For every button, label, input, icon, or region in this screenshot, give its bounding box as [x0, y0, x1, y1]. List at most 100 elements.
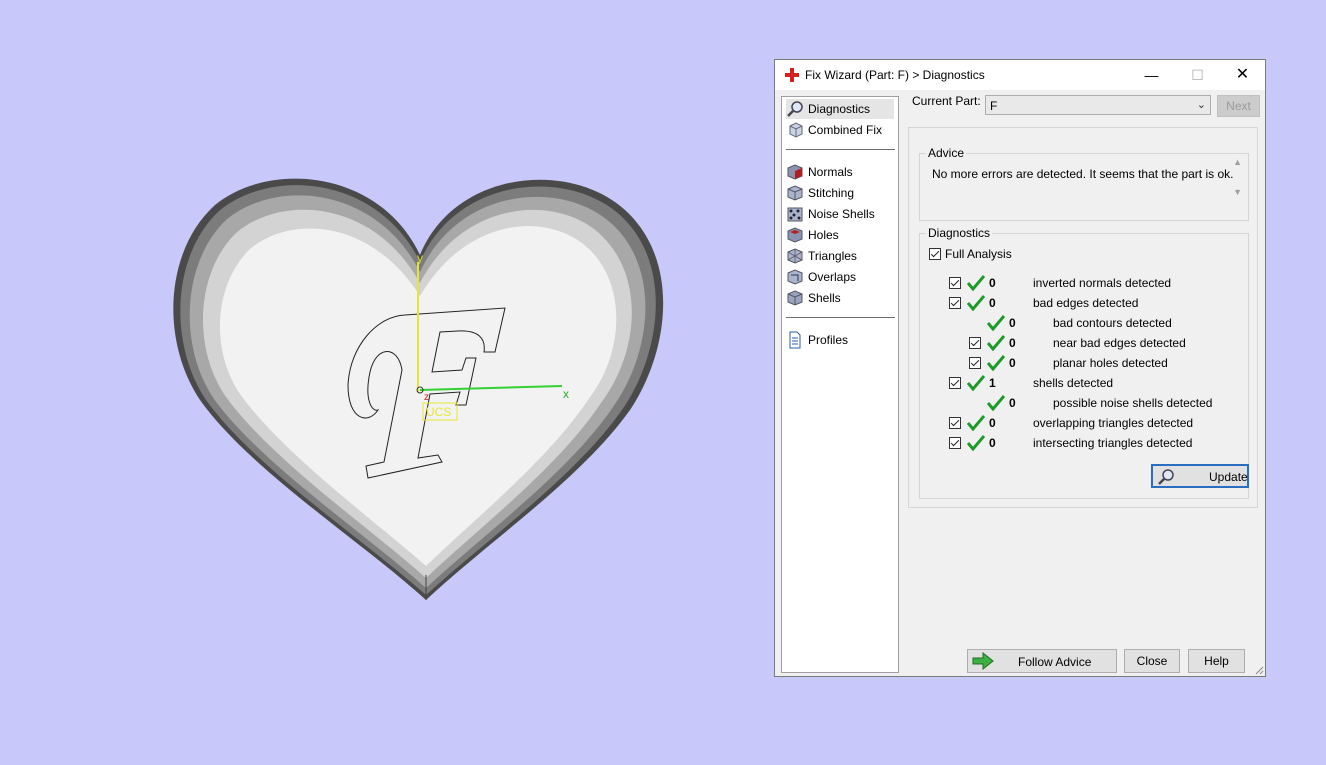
y-axis-label: y: [417, 251, 423, 265]
advice-title: Advice: [926, 146, 967, 160]
full-analysis-checkbox[interactable]: [929, 248, 941, 260]
shells-label: shells detected: [1033, 376, 1114, 390]
sidebar-item-overlaps[interactable]: Overlaps: [786, 267, 856, 287]
bad-contours-count: 0: [1009, 316, 1016, 330]
close-button[interactable]: Close: [1124, 649, 1180, 673]
minimize-button[interactable]: —: [1129, 60, 1174, 90]
bad-contours-label: bad contours detected: [1053, 316, 1172, 330]
sidebar-item-label: Holes: [808, 228, 839, 242]
follow-advice-button[interactable]: Follow Advice: [967, 649, 1117, 673]
sidebar-divider: [786, 149, 895, 150]
window-title: Fix Wizard (Part: F) > Diagnostics: [805, 68, 985, 82]
sidebar-item-normals[interactable]: Normals: [786, 162, 853, 182]
stitching-cube-icon: [787, 185, 803, 201]
near-bad-edges-label: near bad edges detected: [1053, 336, 1186, 350]
bad-edges-count: 0: [989, 296, 996, 310]
sidebar-item-noise-shells[interactable]: Noise Shells: [786, 204, 875, 224]
scroll-up-icon[interactable]: ▲: [1233, 157, 1242, 167]
red-cross-icon: [785, 68, 799, 82]
follow-advice-label: Follow Advice: [1018, 655, 1092, 669]
bad-edges-label: bad edges detected: [1033, 296, 1139, 310]
noise-shells-icon: [787, 207, 803, 222]
inverted-normals-label: inverted normals detected: [1033, 276, 1172, 290]
planar-holes-checkbox[interactable]: [969, 357, 981, 369]
maximize-button[interactable]: ☐: [1175, 60, 1220, 90]
sidebar-item-combined-fix[interactable]: Combined Fix: [786, 120, 882, 140]
chevron-down-icon: ⌄: [1196, 99, 1206, 111]
shells-count: 1: [989, 376, 996, 390]
checkmark-icon: [987, 355, 1005, 371]
ucs-label: UCS: [426, 405, 451, 419]
magnifier-icon: [787, 101, 803, 117]
update-label: Update: [1209, 470, 1248, 484]
document-icon: [789, 331, 801, 349]
sidebar-item-label: Normals: [808, 165, 853, 179]
sidebar-item-label: Triangles: [808, 249, 857, 263]
shells-checkbox[interactable]: [949, 377, 961, 389]
noise-shells-count: 0: [1009, 396, 1016, 410]
advice-text: No more errors are detected. It seems th…: [932, 167, 1234, 181]
diagnostics-title: Diagnostics: [926, 226, 993, 240]
checkmark-icon: [987, 395, 1005, 411]
cube-icon: [789, 122, 803, 138]
scroll-down-icon[interactable]: ▼: [1233, 187, 1242, 197]
sidebar-item-label: Stitching: [808, 186, 855, 200]
checkmark-icon: [987, 335, 1005, 351]
checkmark-icon: [967, 295, 985, 311]
sidebar-item-triangles[interactable]: Triangles: [786, 246, 857, 266]
title-bar[interactable]: Fix Wizard (Part: F) > Diagnostics — ☐ ✕: [775, 60, 1265, 90]
inverted-normals-count: 0: [989, 276, 996, 290]
normals-cube-icon: [787, 164, 803, 180]
sidebar-item-label: Profiles: [808, 333, 849, 347]
bad-edges-checkbox[interactable]: [949, 297, 961, 309]
z-axis-label: z: [424, 392, 429, 403]
overlapping-triangles-checkbox[interactable]: [949, 417, 961, 429]
sidebar-item-profiles[interactable]: Profiles: [786, 330, 848, 350]
sidebar-item-stitching[interactable]: Stitching: [786, 183, 854, 203]
resize-grip-icon[interactable]: [1254, 665, 1264, 675]
noise-shells-label: possible noise shells detected: [1053, 396, 1213, 410]
close-window-button[interactable]: ✕: [1220, 60, 1265, 90]
checkmark-icon: [967, 435, 985, 451]
green-arrow-icon: [972, 652, 994, 670]
sidebar-item-diagnostics[interactable]: Diagnostics: [786, 99, 894, 119]
next-button[interactable]: Next: [1217, 95, 1260, 117]
overlapping-triangles-label: overlapping triangles detected: [1033, 416, 1194, 430]
update-button[interactable]: Update: [1151, 464, 1249, 488]
full-analysis-label: Full Analysis: [945, 247, 1012, 261]
fix-wizard-dialog: Fix Wizard (Part: F) > Diagnostics — ☐ ✕…: [774, 59, 1266, 677]
triangles-cube-icon: [787, 248, 803, 264]
current-part-value: F: [990, 99, 998, 113]
planar-holes-count: 0: [1009, 356, 1016, 370]
checkmark-icon: [967, 415, 985, 431]
diagnostics-group: Diagnostics Full Analysis 0 inverted nor…: [919, 226, 1249, 499]
overlaps-cube-icon: [787, 269, 803, 285]
advice-group: Advice No more errors are detected. It s…: [919, 146, 1249, 221]
sidebar-item-shells[interactable]: Shells: [786, 288, 841, 308]
x-axis-label: x: [563, 387, 569, 401]
magnifier-icon: [1158, 469, 1174, 485]
overlapping-triangles-count: 0: [989, 416, 996, 430]
sidebar-item-label: Noise Shells: [808, 207, 875, 221]
intersecting-triangles-label: intersecting triangles detected: [1033, 436, 1193, 450]
wizard-sidebar: Diagnostics Combined Fix Normals Stitchi…: [781, 96, 899, 673]
inverted-normals-checkbox[interactable]: [949, 277, 961, 289]
near-bad-edges-checkbox[interactable]: [969, 337, 981, 349]
heart-model: y x z UCS: [173, 178, 664, 601]
help-button[interactable]: Help: [1188, 649, 1245, 673]
current-part-select[interactable]: F ⌄: [985, 95, 1211, 115]
current-part-label: Current Part:: [912, 94, 981, 108]
sidebar-item-label: Diagnostics: [808, 102, 871, 116]
checkmark-icon: [987, 315, 1005, 331]
intersecting-triangles-checkbox[interactable]: [949, 437, 961, 449]
sidebar-divider: [786, 317, 895, 318]
shells-cube-icon: [787, 290, 803, 306]
checkmark-icon: [967, 375, 985, 391]
wizard-content-panel: Advice No more errors are detected. It s…: [908, 127, 1258, 508]
3d-viewport[interactable]: y x z UCS: [0, 0, 770, 762]
sidebar-item-holes[interactable]: Holes: [786, 225, 839, 245]
sidebar-item-label: Combined Fix: [808, 123, 883, 137]
near-bad-edges-count: 0: [1009, 336, 1016, 350]
planar-holes-label: planar holes detected: [1053, 356, 1168, 370]
intersecting-triangles-count: 0: [989, 436, 996, 450]
